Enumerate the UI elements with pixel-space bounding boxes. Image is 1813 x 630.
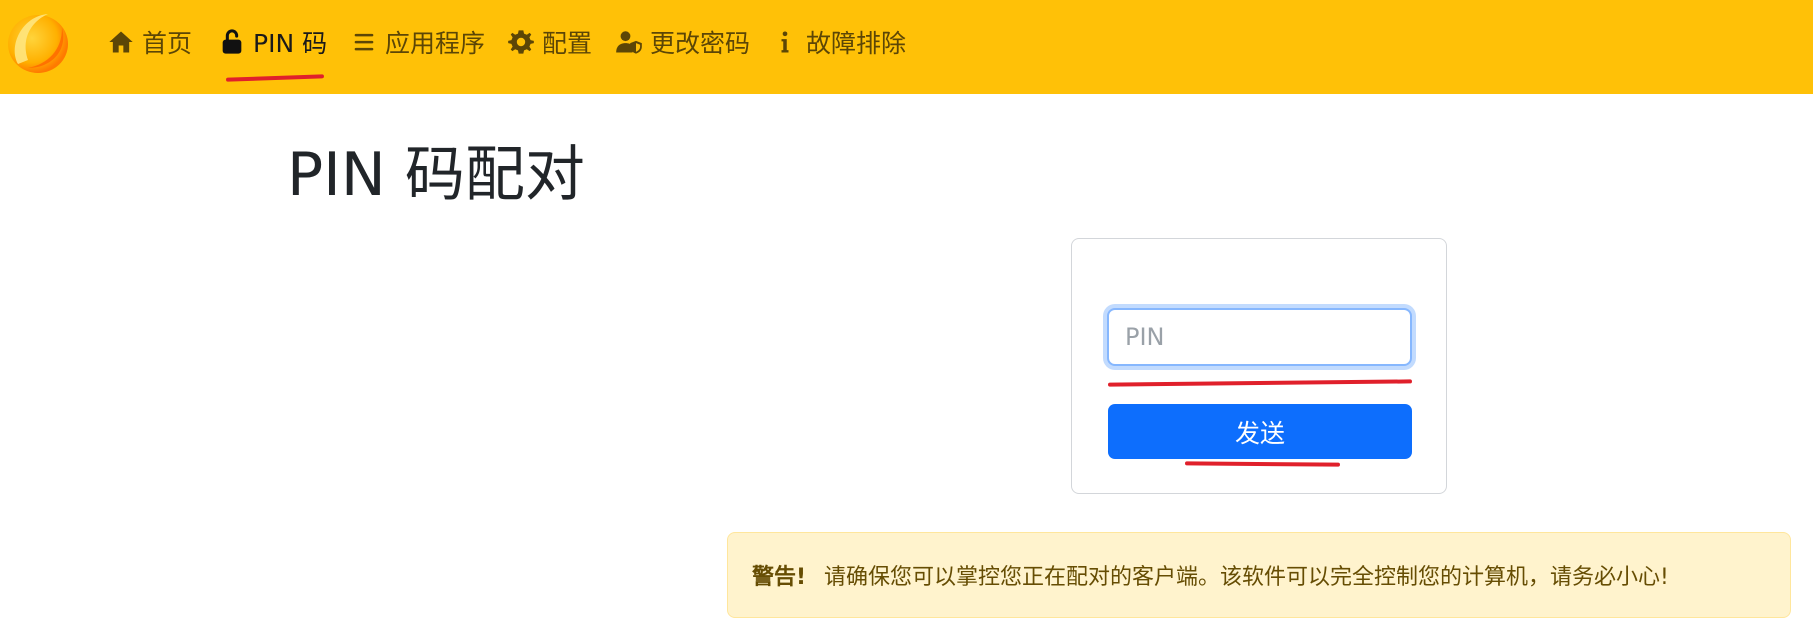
nav-item-label: 配置 bbox=[542, 29, 593, 58]
page-title: PIN 码配对 bbox=[287, 140, 585, 210]
nav-item-config[interactable]: 配置 bbox=[506, 20, 592, 64]
pin-input[interactable] bbox=[1107, 308, 1412, 366]
alert-message: 请确保您可以掌控您正在配对的客户端。该软件可以完全控制您的计算机，请务必小心! bbox=[824, 565, 1669, 590]
nav-item-home[interactable]: 首页 bbox=[106, 20, 192, 64]
annotation-underline-nav bbox=[225, 74, 325, 82]
send-button[interactable]: 发送 bbox=[1108, 404, 1412, 459]
sunshine-logo[interactable] bbox=[4, 6, 70, 74]
nav-item-label: 更改密码 bbox=[650, 29, 751, 58]
nav-item-troubleshoot[interactable]: 故障排除 bbox=[770, 20, 906, 64]
info-icon bbox=[770, 27, 800, 57]
nav-item-label: PIN 码 bbox=[253, 29, 328, 58]
home-icon bbox=[106, 27, 136, 57]
warning-alert: 警告! 请确保您可以掌控您正在配对的客户端。该软件可以完全控制您的计算机，请务必… bbox=[727, 532, 1791, 618]
nav-item-label: 故障排除 bbox=[806, 29, 907, 58]
nav-item-change-password[interactable]: 更改密码 bbox=[614, 20, 750, 64]
list-icon bbox=[349, 27, 379, 57]
user-shield-icon bbox=[614, 27, 644, 57]
nav-item-apps[interactable]: 应用程序 bbox=[349, 20, 485, 64]
top-navbar: 首页 PIN 码 应用程序 配置 更改密码 故障排除 bbox=[0, 0, 1813, 94]
nav-item-label: 首页 bbox=[142, 29, 193, 58]
nav-item-label: 应用程序 bbox=[385, 29, 486, 58]
unlock-icon bbox=[217, 27, 247, 57]
alert-strong: 警告! bbox=[752, 565, 807, 590]
nav-item-pin[interactable]: PIN 码 bbox=[217, 20, 327, 64]
gear-icon bbox=[506, 27, 536, 57]
